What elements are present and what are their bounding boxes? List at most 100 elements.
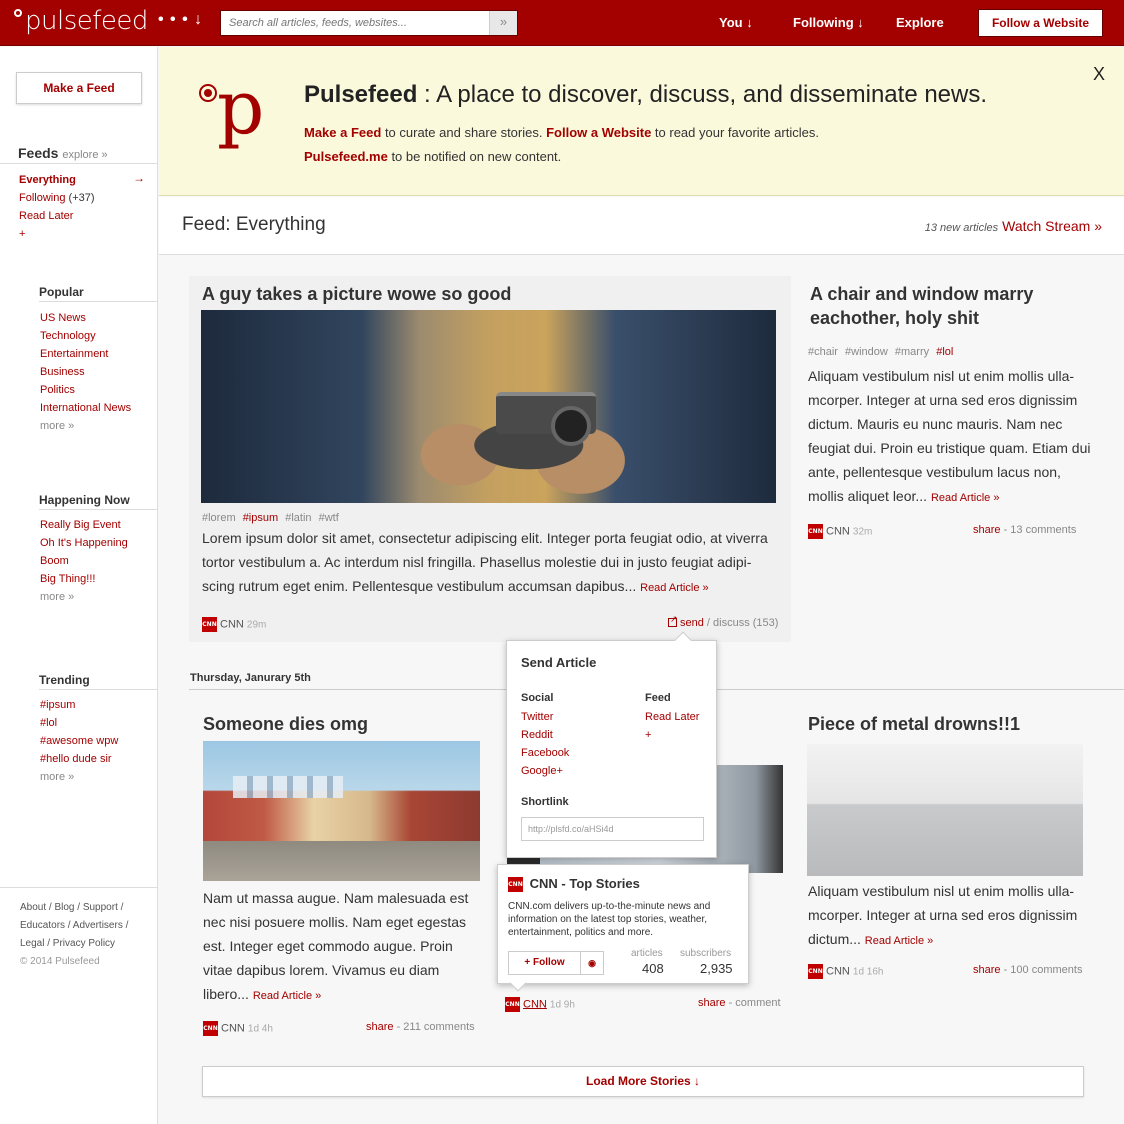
add-feed-link[interactable]: + <box>19 225 95 243</box>
close-banner-button[interactable]: X <box>1093 64 1105 85</box>
article-excerpt: Aliquam vestibulum nisl ut enim mollis u… <box>808 879 1093 953</box>
banner-heading: Pulsefeed : A place to discover, discuss… <box>304 81 987 109</box>
nav-explore[interactable]: Explore <box>896 15 944 30</box>
watch-stream-link[interactable]: Watch Stream » <box>1002 218 1102 234</box>
article-title[interactable]: A chair and window marry eachother, holy… <box>810 282 1085 330</box>
trending-item[interactable]: #ipsum <box>40 696 118 714</box>
pulse-icon[interactable]: ◉ <box>581 952 603 974</box>
share-link[interactable]: share <box>366 1021 394 1033</box>
send-read-later[interactable]: Read Later <box>645 708 699 726</box>
popover-title: Send Article <box>521 655 597 670</box>
popular-more-link[interactable]: more » <box>40 417 131 435</box>
share-facebook[interactable]: Facebook <box>521 744 569 762</box>
nav-following[interactable]: Following ↓ <box>793 15 864 30</box>
tag[interactable]: #lorem <box>202 512 236 524</box>
shortlink-field[interactable] <box>521 817 704 841</box>
happening-more-link[interactable]: more » <box>40 588 128 606</box>
happening-item[interactable]: Boom <box>40 552 128 570</box>
make-feed-button[interactable]: Make a Feed <box>16 72 142 104</box>
logo-p-glyph: p <box>217 65 265 151</box>
send-link[interactable]: send <box>680 617 704 629</box>
share-link[interactable]: share <box>698 997 726 1009</box>
article-title[interactable]: A guy takes a picture wowe so good <box>202 282 777 306</box>
banner-line-2: Pulsefeed.me to be notified on new conte… <box>304 149 561 164</box>
more-menu-button[interactable]: • • • ↓ <box>158 11 203 29</box>
read-article-link[interactable]: Read Article » <box>931 492 999 504</box>
feeds-list: Everything Following (+37) Read Later + <box>19 171 95 243</box>
source-name[interactable]: CNN <box>523 998 547 1010</box>
share-link[interactable]: share <box>973 524 1001 536</box>
article-title[interactable]: Someone dies omg <box>203 712 480 736</box>
popular-item[interactable]: Entertainment <box>40 345 131 363</box>
footer-line[interactable]: About / Blog / Support / <box>20 899 128 917</box>
read-article-link[interactable]: Read Article » <box>865 935 933 947</box>
search-submit-button[interactable]: » <box>489 11 517 35</box>
banner-line-1: Make a Feed to curate and share stories.… <box>304 125 819 140</box>
trending-item[interactable]: #lol <box>40 714 118 732</box>
read-article-link[interactable]: Read Article » <box>640 582 708 594</box>
trending-more-link[interactable]: more » <box>40 768 118 786</box>
share-reddit[interactable]: Reddit <box>521 726 569 744</box>
follow-website-button[interactable]: Follow a Website <box>978 9 1103 37</box>
banner-follow-website-link[interactable]: Follow a Website <box>546 125 651 140</box>
tag[interactable]: #latin <box>285 512 311 524</box>
comments-link[interactable]: - 211 comments <box>394 1021 475 1033</box>
tag[interactable]: #wtf <box>319 512 339 524</box>
article-photo-sea[interactable] <box>807 744 1083 876</box>
tag[interactable]: #lol <box>936 346 953 358</box>
article-time: 32m <box>852 526 873 538</box>
source-name[interactable]: CNN <box>826 525 850 537</box>
source-name[interactable]: CNN <box>220 618 244 630</box>
feed-read-later[interactable]: Read Later <box>19 207 95 225</box>
article-tags: #chair #window #marry #lol <box>808 346 953 358</box>
banner-make-feed-link[interactable]: Make a Feed <box>304 125 381 140</box>
footer-line[interactable]: Legal / Privacy Policy <box>20 935 128 953</box>
source-name[interactable]: CNN <box>826 965 850 977</box>
footer-links: About / Blog / Support / Educators / Adv… <box>20 899 128 971</box>
tag[interactable]: #chair <box>808 346 838 358</box>
logo-text: pulsefeed <box>25 6 148 36</box>
feeds-explore-link[interactable]: explore » <box>62 149 107 161</box>
footer-line[interactable]: Educators / Advertisers / <box>20 917 128 935</box>
pulsefeed-logo[interactable]: pulsefeed <box>14 6 148 36</box>
source-name[interactable]: CNN <box>221 1022 245 1034</box>
trending-item[interactable]: #awesome wpw <box>40 732 118 750</box>
share-google-plus[interactable]: Google+ <box>521 762 569 780</box>
comments-link[interactable]: - 13 comments <box>1001 524 1077 536</box>
tag[interactable]: #marry <box>895 346 929 358</box>
source-card-name[interactable]: CNN - Top Stories <box>530 876 640 891</box>
popular-item[interactable]: US News <box>40 309 131 327</box>
popular-item[interactable]: Politics <box>40 381 131 399</box>
happening-item[interactable]: Really Big Event <box>40 516 128 534</box>
tag[interactable]: #ipsum <box>243 512 278 524</box>
article-photo-street[interactable] <box>203 741 480 881</box>
comments-link[interactable]: - comment <box>726 997 781 1009</box>
share-twitter[interactable]: Twitter <box>521 708 569 726</box>
share-link[interactable]: share <box>973 964 1001 976</box>
feed-following[interactable]: Following (+37) <box>19 189 95 207</box>
follow-source-button[interactable]: + Follow ◉ <box>508 951 604 975</box>
popular-item[interactable]: Business <box>40 363 131 381</box>
happening-item[interactable]: Big Thing!!! <box>40 570 128 588</box>
tag[interactable]: #window <box>845 346 888 358</box>
discuss-link[interactable]: / discuss (153) <box>704 617 779 629</box>
follow-label[interactable]: + Follow <box>509 952 581 974</box>
arrow-right-icon: → <box>133 171 145 185</box>
happening-item[interactable]: Oh It's Happening <box>40 534 128 552</box>
comments-link[interactable]: - 100 comments <box>1001 964 1083 976</box>
read-article-link[interactable]: Read Article » <box>253 990 321 1002</box>
load-more-button[interactable]: Load More Stories ↓ <box>202 1066 1084 1097</box>
search-input[interactable] <box>221 11 489 35</box>
feed-everything[interactable]: Everything <box>19 171 95 189</box>
article-title[interactable]: Piece of metal drowns!!1 <box>808 712 1084 736</box>
trending-item[interactable]: #hello dude sir <box>40 750 118 768</box>
nav-you[interactable]: You ↓ <box>719 15 753 30</box>
popular-item[interactable]: International News <box>40 399 131 417</box>
banner-pulsefeed-me-link[interactable]: Pulsefeed.me <box>304 149 388 164</box>
send-add-feed[interactable]: + <box>645 726 699 744</box>
article-actions: share - 13 comments <box>973 524 1076 536</box>
article-photo-camera[interactable] <box>201 310 776 503</box>
article-time: 29m <box>246 619 267 631</box>
popular-item[interactable]: Technology <box>40 327 131 345</box>
happening-list: Really Big Event Oh It's Happening Boom … <box>40 516 128 606</box>
